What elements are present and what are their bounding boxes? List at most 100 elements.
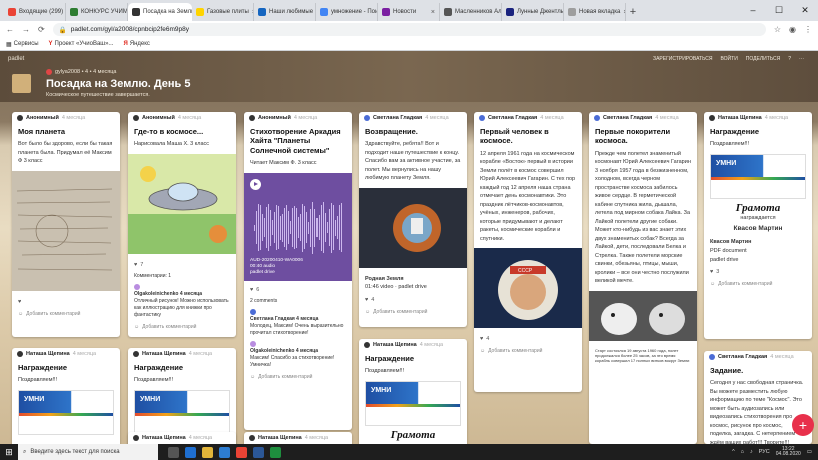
post-card[interactable]: Наташа Щепина 4 месяца Награждение Поздра… [12,348,120,444]
like-row[interactable]: ♥ 7 [128,259,236,271]
post-card[interactable]: Светлана Гладкая 4 месяца Первый человек … [474,112,582,392]
waveform-bar [288,210,290,245]
post-card[interactable]: Наташа Щепина 4 месяца Награждение Поздра… [704,112,812,339]
browser-tab[interactable]: Входящие (299) - × [4,3,66,21]
post-card[interactable]: Наташа Щепина 4 месяца Награждение Поздра… [359,339,467,444]
user-icon [249,115,255,121]
close-tab-icon[interactable]: × [431,9,435,16]
post-title: Награждение [18,363,68,372]
excel-icon[interactable] [270,446,281,458]
tray-arrow-icon[interactable]: ^ [732,449,735,455]
clock[interactable]: 13:22 04.08.2020 [776,446,801,458]
certificate-title: Грамота [735,201,781,214]
post-text: Здравствуйте, ребята!! Вот и подходит на… [365,141,461,182]
post-card[interactable]: Наташа Щепина 4 месяца Награждение Поздра… [128,348,236,444]
post-card[interactable]: Светлана Гладкая 4 месяца Возвращение. Зд… [359,112,467,327]
video-thumbnail[interactable] [359,187,467,268]
notifications-icon[interactable]: ▭ [807,449,812,455]
post-card[interactable]: Наташа Щепина 4 месяца [128,432,236,444]
bookmark-star-icon[interactable]: ☆ [774,25,781,34]
edge-icon[interactable] [185,446,196,458]
explorer-icon[interactable] [202,446,213,458]
new-tab-button[interactable]: + [626,3,640,21]
store-icon[interactable] [219,446,230,458]
certificate-image[interactable]: УМНИ [18,389,114,435]
browser-tab-strip: Входящие (299) - ×КОНКУРС УЧИМ×Посадка н… [0,0,818,21]
post-card[interactable]: Анонимный 4 месяца Где-то в космосе... На… [128,112,236,337]
waveform-bar [334,219,336,236]
padlet-logo[interactable]: padlet [8,56,24,62]
network-icon[interactable]: ⌂ [741,449,744,455]
post-card[interactable]: Анонимный 4 месяца Стихотворение Аркадия … [244,112,352,430]
minimize-button[interactable]: – [740,0,766,20]
like-row[interactable]: ♥ 4 [359,294,467,306]
board-action-3[interactable]: ? [788,56,791,62]
browser-tab[interactable]: умножение - Поис× [316,3,378,21]
browser-tab[interactable]: Посадка на Землю× [128,3,192,21]
bookmark-apps[interactable]: ▦ Сервисы [6,41,39,48]
task-view-icon[interactable] [168,446,179,458]
browser-tab[interactable]: Газовые плиты× [192,3,254,21]
board-action-4[interactable]: ··· [799,56,804,62]
forward-icon[interactable]: → [22,25,30,34]
word-icon[interactable] [253,446,264,458]
drawing-image[interactable] [12,170,120,291]
close-window-button[interactable]: ✕ [792,0,818,20]
bookmark-yandex-project[interactable]: Y Проект «УчиоВаш»... [49,41,114,47]
windows-start-icon[interactable]: ⊞ [0,444,18,460]
browser-tab[interactable]: Наши любимые× [254,3,316,21]
comment-icon: ☺ [18,310,24,317]
reload-icon[interactable]: ⟳ [38,25,45,34]
post-title: Где-то в космосе... [134,127,204,136]
post-card[interactable]: Анонимный 4 месяца Моя планета Вот было б… [12,112,120,337]
browser-menu-icon[interactable]: ⋮ [804,25,812,34]
taskbar-search[interactable]: ⌕ Введите здесь текст для поиска [18,444,158,460]
certificate-image[interactable]: УМНИ [710,153,806,199]
add-post-button[interactable]: + [792,414,814,436]
post-card[interactable]: Наташа Щепина 4 месяца [244,432,352,444]
volume-icon[interactable]: ♪ [750,449,753,455]
chrome-icon[interactable] [236,446,247,458]
certificate-image[interactable]: УМНИ [365,380,461,426]
language-indicator[interactable]: РУС [759,449,770,455]
waveform-bar [278,206,280,249]
drawing-image[interactable] [128,153,236,254]
gagarin-photo[interactable]: CCCP [474,248,582,329]
like-row[interactable]: ♥ 4 [474,333,582,345]
comment: Светлана Гладкая 4 месяца Молодец, Максим… [244,307,352,339]
browser-tab[interactable]: Новости × [378,3,440,21]
browser-tab[interactable]: Лунные Джентльме× [502,3,564,21]
add-comment[interactable]: ☺ Добавить комментарий [244,371,352,386]
add-comment[interactable]: ☺ Добавить комментарий [359,306,467,321]
browser-tab[interactable]: КОНКУРС УЧИМ× [66,3,128,21]
url-field[interactable]: 🔒 padlet.com/gyl/a2008/cpnbcip2fe6m9p8y [52,23,766,36]
space-dogs-photo[interactable] [589,291,697,341]
board-action-2[interactable]: ПОДЕЛИТЬСЯ [746,56,780,62]
window-controls: – ☐ ✕ [740,0,818,20]
post-title: Награждение [134,363,184,372]
video-label: Родная Земля 01:46 video · padlet drive [365,275,427,291]
play-icon[interactable] [250,178,261,190]
add-comment[interactable]: ☺ Добавить комментарий [12,308,120,323]
like-row[interactable]: ♥ 6 [244,284,352,296]
like-row[interactable]: ♥ 3 [704,266,812,278]
like-row[interactable]: ♥ [12,296,120,308]
back-icon[interactable]: ← [6,25,14,34]
browser-tab[interactable]: Масленников Але× [440,3,502,21]
profile-icon[interactable]: ◉ [789,25,796,34]
board-action-0[interactable]: ЗАРЕГИСТРИРОВАТЬСЯ [653,56,712,62]
audio-attachment[interactable]: AUD-20200410-WA0006 00:40 audio padlet dri… [244,172,352,281]
add-comment[interactable]: ☺ Добавить комментарий [128,321,236,336]
browser-tab[interactable]: Новая вкладка× [564,3,626,21]
maximize-button[interactable]: ☐ [766,0,792,20]
certificate-image[interactable]: УМНИ [134,389,230,435]
bookmark-yandex[interactable]: Я Яндекс [123,41,150,47]
user-icon [133,351,139,357]
post-text: 12 апреля 1961 года на космическом кораб… [480,150,576,242]
windows-taskbar: ⊞ ⌕ Введите здесь текст для поиска ^ ⌂ ♪ … [0,444,818,460]
post-card[interactable]: Светлана Гладкая 4 месяца Первые покорите… [589,112,697,444]
add-comment[interactable]: ☺ Добавить комментарий [474,345,582,360]
author-avatar-icon [46,69,52,75]
board-action-1[interactable]: ВОЙТИ [720,56,737,62]
add-comment[interactable]: ☺ Добавить комментарий [704,278,812,293]
